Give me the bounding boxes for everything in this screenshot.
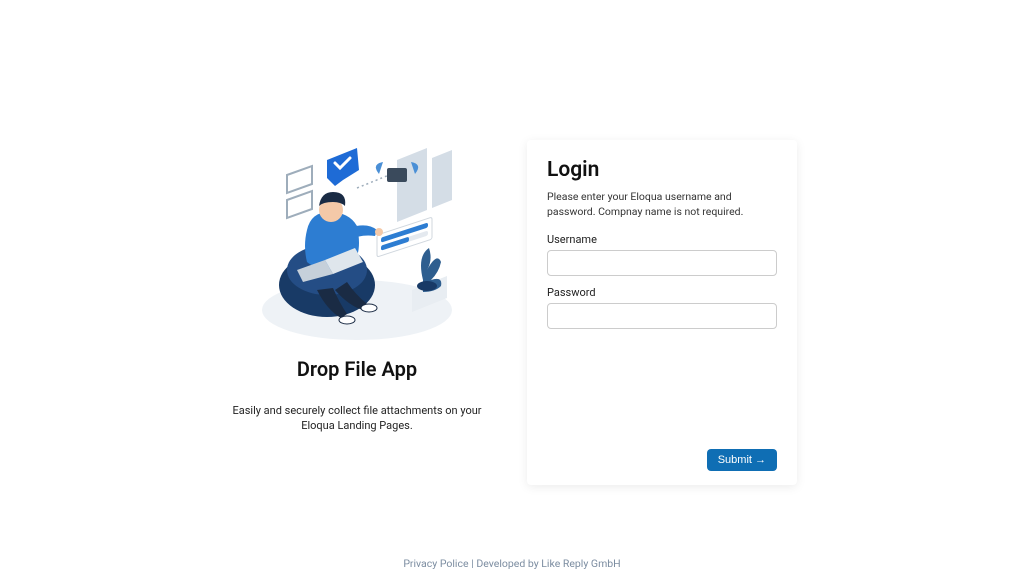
login-card: Login Please enter your Eloqua username … <box>527 140 797 485</box>
upload-illustration <box>247 140 467 345</box>
footer-credit: Developed by Like Reply GmbH <box>476 557 620 570</box>
main-content: Drop File App Easily and securely collec… <box>0 140 1024 485</box>
submit-row: Submit → <box>547 449 777 471</box>
login-heading: Login <box>547 158 777 182</box>
privacy-link[interactable]: Privacy Police <box>403 557 468 570</box>
app-description: Easily and securely collect file attachm… <box>227 403 487 434</box>
app-title: Drop File App <box>227 357 487 381</box>
password-input[interactable] <box>547 303 777 329</box>
login-description: Please enter your Eloqua username and pa… <box>547 190 777 219</box>
username-field-group: Username <box>547 233 777 276</box>
left-column: Drop File App Easily and securely collec… <box>227 140 487 485</box>
submit-button[interactable]: Submit → <box>707 449 777 471</box>
username-input[interactable] <box>547 250 777 276</box>
footer: Privacy Police | Developed by Like Reply… <box>0 557 1024 570</box>
password-field-group: Password <box>547 286 777 329</box>
username-label: Username <box>547 233 777 246</box>
password-label: Password <box>547 286 777 299</box>
